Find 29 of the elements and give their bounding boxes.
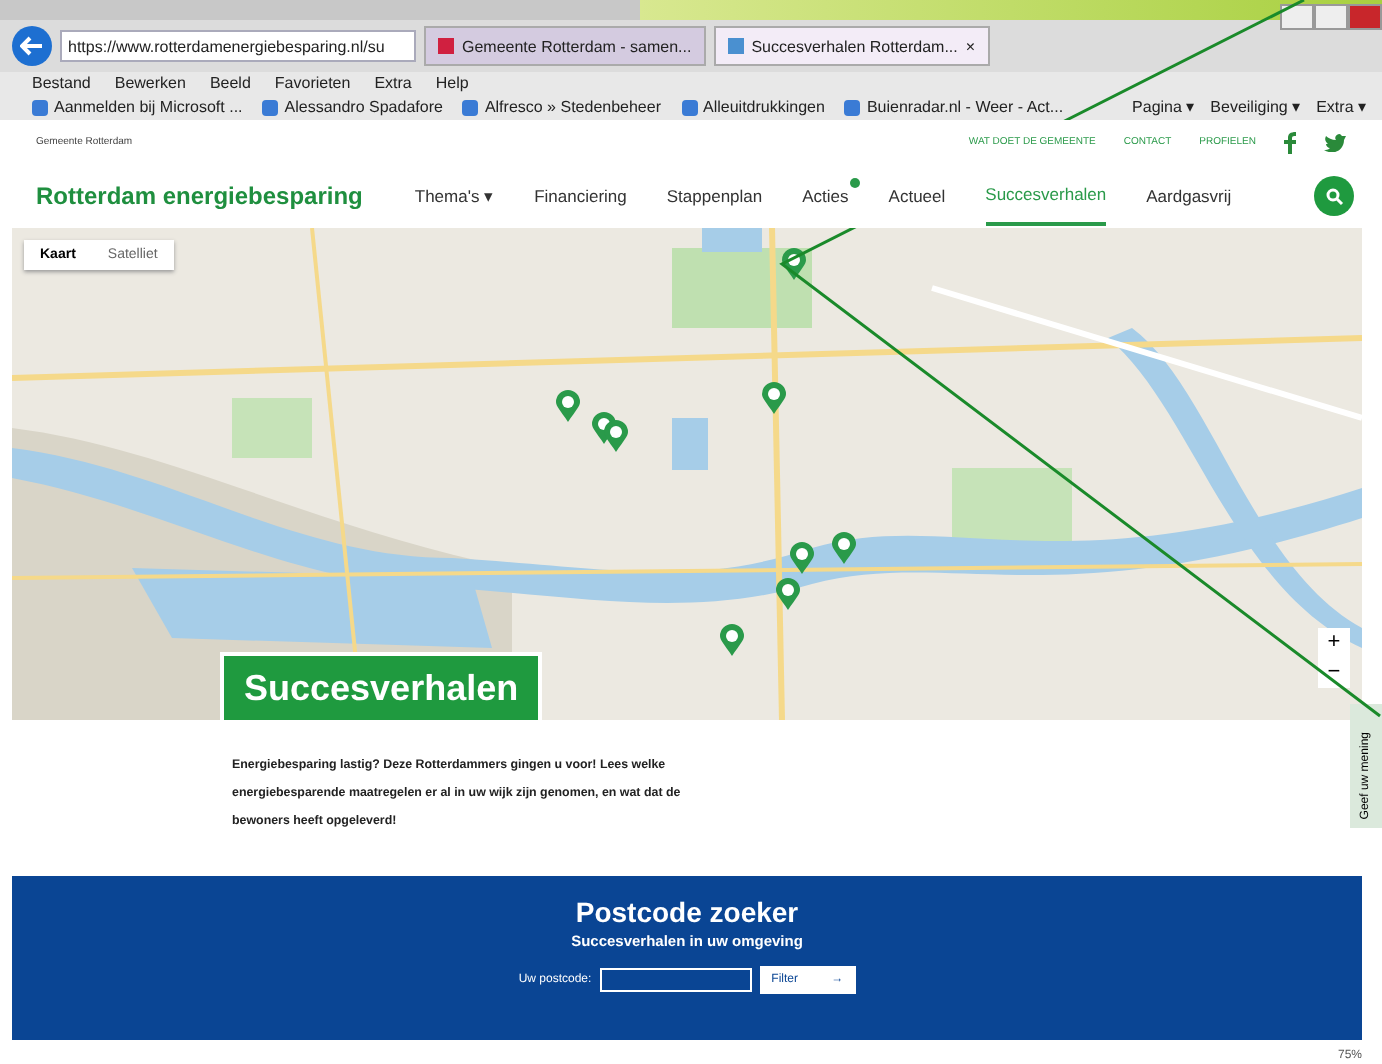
nav-link[interactable]: Actueel	[888, 168, 946, 224]
nav-link[interactable]: Financiering	[534, 168, 627, 224]
menu-item[interactable]: Bewerken	[114, 74, 186, 92]
toolbar-menu[interactable]: Extra ▾	[1316, 98, 1366, 116]
menu-item[interactable]: Beeld	[209, 74, 251, 92]
favorite-link[interactable]: Buienradar.nl - Weer - Act...	[844, 98, 1064, 116]
menu-item[interactable]: Bestand	[32, 74, 91, 92]
nav-link[interactable]: Acties	[802, 168, 849, 224]
menu-item[interactable]: Extra	[374, 74, 412, 92]
toolbar-menu[interactable]: Beveiliging ▾	[1210, 98, 1301, 116]
favorite-link[interactable]: Alessandro Spadafore	[262, 98, 443, 116]
favorite-link[interactable]: Alfresco » Stedenbeheer	[462, 98, 661, 116]
favorite-link[interactable]: Alleuitdrukkingen	[681, 98, 825, 116]
browser-tab[interactable]: Succesverhalen Rotterdam... ×	[713, 26, 990, 66]
browser-tab[interactable]: Gemeente Rotterdam - samen...	[424, 26, 706, 66]
menu-item[interactable]: Help	[435, 74, 469, 92]
nav-link[interactable]: Aardgasvrij	[1146, 168, 1232, 224]
zoom-button[interactable]: +	[1318, 628, 1350, 658]
page-banner: Succesverhalen	[220, 652, 543, 720]
address-field[interactable]: https://www.rotterdamenergiebesparing.nl/su	[60, 30, 416, 62]
toolbar-menu[interactable]: Pagina ▾	[1132, 98, 1195, 116]
nav-link[interactable]: Thema's ▾	[414, 168, 495, 224]
favorite-link[interactable]: Aanmelden bij Microsoft ...	[32, 98, 243, 116]
tab-close-button[interactable]: ×	[965, 37, 976, 55]
zoom-button[interactable]: −	[1318, 658, 1350, 688]
nav-link[interactable]: Stappenplan	[666, 168, 763, 224]
section-title: Postcode zoeker	[575, 896, 799, 928]
menu-item[interactable]: Favorieten	[274, 74, 351, 92]
site-title[interactable]: Rotterdam energiebesparing	[36, 182, 363, 210]
